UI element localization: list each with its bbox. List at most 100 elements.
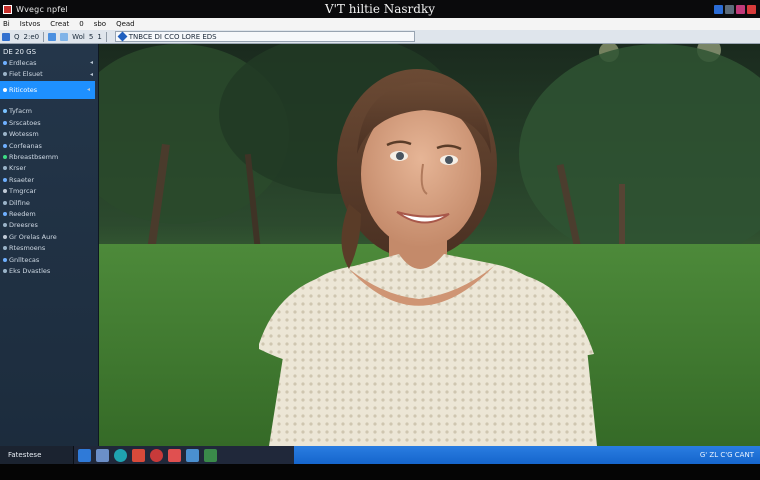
window-title: V'T hiltie Nasrdky <box>324 2 436 16</box>
sidebar-item-icon <box>3 120 7 125</box>
view-icon[interactable] <box>48 32 57 41</box>
sidebar-item[interactable]: Srscatoes <box>0 117 98 128</box>
sidebar-item-icon <box>3 132 7 137</box>
menu-item[interactable]: Qead <box>116 20 135 28</box>
sidebar-item-label: Eks Dvastles <box>9 266 51 275</box>
back-icon[interactable] <box>2 32 10 41</box>
title-left: Wvegc npfel <box>0 4 160 14</box>
maximize-icon[interactable] <box>736 4 745 14</box>
photo <box>99 44 760 446</box>
sidebar-item-icon <box>3 189 7 194</box>
sidebar-item[interactable]: Eks Dvastles <box>0 265 98 276</box>
chevron-left-icon: ◂ <box>89 59 93 67</box>
toolbar-label[interactable]: Q <box>14 33 20 41</box>
menu-item[interactable]: Istvos <box>20 20 41 28</box>
screen-bottom-edge <box>0 464 760 480</box>
taskbar-apps <box>74 446 294 464</box>
chevron-left-icon: ◂ <box>89 70 93 78</box>
sidebar-item-label: Corfeanas <box>9 141 42 150</box>
sidebar-item[interactable]: Wotessm <box>0 129 98 140</box>
menu-item[interactable]: Creat <box>50 20 69 28</box>
close-icon[interactable] <box>747 4 756 14</box>
docs-icon[interactable] <box>204 448 217 462</box>
app-icon <box>3 4 12 14</box>
sidebar-item-icon <box>3 211 7 216</box>
sidebar-item-icon <box>3 177 7 182</box>
photos-icon[interactable] <box>168 448 181 462</box>
taskbar: Fatestese G' ZL C'G CANT <box>0 446 760 464</box>
sidebar-item-icon <box>3 109 7 114</box>
sidebar-item-icon <box>3 200 7 205</box>
sidebar-item-icon <box>3 257 7 262</box>
sidebar-item-label: Fiet Elsuet <box>9 70 43 79</box>
folder-icon[interactable] <box>60 32 69 41</box>
sidebar-item-label: Gr Orelas Aure <box>9 232 57 241</box>
sidebar-item[interactable]: Dilfine <box>0 197 98 208</box>
menu-item[interactable]: Bi <box>3 20 10 28</box>
sidebar-item[interactable]: Rsaeter <box>0 174 98 185</box>
sidebar-item-label: Tyfacm <box>9 107 32 116</box>
toolbar-divider <box>105 31 107 42</box>
sidebar-item[interactable]: Gnlltecas <box>0 254 98 265</box>
address-text: TNBCE DI CCO LORE EDS <box>128 32 217 41</box>
toolbar-label[interactable]: 2:e0 <box>24 33 40 41</box>
sidebar-item-label: Wotessm <box>9 130 39 139</box>
store-icon[interactable] <box>114 448 127 462</box>
app-name: Wvegc npfel <box>16 4 68 14</box>
sidebar-item-label: Rsaeter <box>9 175 35 184</box>
sidebar-item-icon <box>3 268 7 273</box>
sidebar-item[interactable]: Corfeanas <box>0 140 98 151</box>
sidebar-item-icon <box>3 72 7 77</box>
sidebar-item[interactable]: Riticotes ◂ <box>0 80 95 99</box>
sidebar-item-icon <box>3 60 7 65</box>
sidebar-item[interactable]: Krser <box>0 163 98 174</box>
address-field[interactable]: TNBCE DI CCO LORE EDS <box>114 31 415 42</box>
sidebar-item-label: Gnlltecas <box>9 255 40 264</box>
menu-item[interactable]: 0 <box>79 20 83 28</box>
sidebar-item-label: Reedem <box>9 209 36 218</box>
toolbar-label[interactable]: 1 <box>97 33 101 41</box>
sidebar-item-label: Erdlecas <box>9 58 37 67</box>
sidebar-item-icon <box>3 223 7 228</box>
sidebar-item[interactable]: Fiet Elsuet ◂ <box>0 68 98 79</box>
sidebar-item-icon <box>3 155 7 160</box>
sidebar-item-icon <box>3 246 7 251</box>
menu-item[interactable]: sbo <box>94 20 106 28</box>
media-icon[interactable] <box>150 448 163 462</box>
mail-icon[interactable] <box>132 448 145 462</box>
toolbar-label[interactable]: Wol <box>72 33 85 41</box>
sidebar-item-icon <box>3 87 7 92</box>
toolbar: Q 2:e0 Wol 5 1 TNBCE DI CCO LORE EDS <box>0 30 760 44</box>
start-button[interactable]: Fatestese <box>0 446 74 464</box>
sidebar-item[interactable]: Gr Orelas Aure <box>0 231 98 242</box>
sidebar-header: DE 20 GS <box>3 47 37 56</box>
sidebar-item-icon <box>3 234 7 239</box>
system-tray[interactable]: G' ZL C'G CANT <box>294 446 760 464</box>
sidebar-list: Erdlecas ◂ Fiet Elsuet ◂ Riticotes ◂ Tyfacm Srs… <box>0 57 98 277</box>
sidebar-item[interactable]: Tyfacm <box>0 106 98 117</box>
sidebar-item[interactable]: Tmgrcar <box>0 186 98 197</box>
sidebar-item-icon <box>3 143 7 148</box>
image-viewer[interactable] <box>99 44 760 446</box>
toolbar-divider <box>43 31 45 42</box>
social-icon[interactable] <box>714 4 723 14</box>
sidebar-item-icon <box>3 166 7 171</box>
sidebar-item[interactable]: Dreesres <box>0 220 98 231</box>
files-icon[interactable] <box>96 448 109 462</box>
sidebar-item[interactable]: Rbreastbsemm <box>0 151 98 162</box>
sidebar-item-label: Riticotes <box>9 85 38 94</box>
window-controls <box>600 4 760 14</box>
sidebar-item[interactable]: Rtesmoens <box>0 242 98 253</box>
browser-icon[interactable] <box>78 448 91 462</box>
toolbar-label[interactable]: 5 <box>89 33 93 41</box>
sidebar-item[interactable]: Erdlecas ◂ <box>0 57 98 68</box>
sidebar-item-label: Rbreastbsemm <box>9 153 59 162</box>
title-bar: Wvegc npfel V'T hiltie Nasrdky <box>0 0 760 18</box>
sidebar-item-label: Srscatoes <box>9 118 41 127</box>
sidebar-item[interactable]: Reedem <box>0 208 98 219</box>
sidebar-item-label: Rtesmoens <box>9 244 46 253</box>
sidebar-item-label: Dreesres <box>9 221 38 230</box>
minimize-icon[interactable] <box>725 4 734 14</box>
settings-icon[interactable] <box>186 448 199 462</box>
chevron-left-icon: ◂ <box>86 86 90 94</box>
